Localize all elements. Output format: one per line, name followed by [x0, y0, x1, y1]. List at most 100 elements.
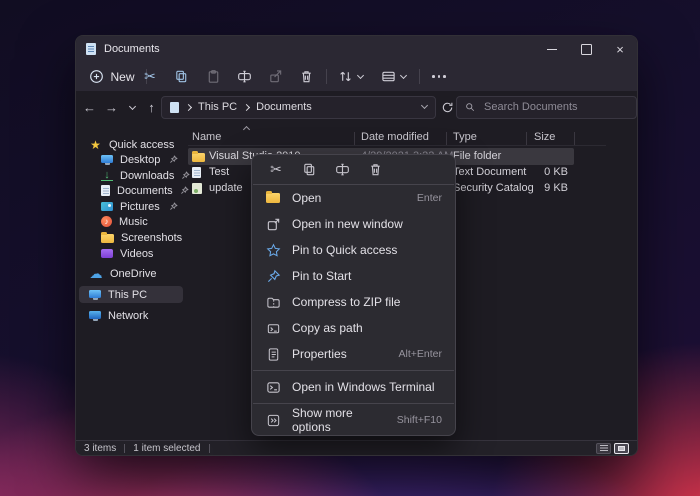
menu-item-properties[interactable]: Properties Alt+Enter	[252, 341, 455, 367]
sidebar-item-label: Network	[108, 310, 148, 322]
new-button[interactable]: New	[84, 65, 140, 88]
folder-icon	[101, 234, 114, 243]
copy-button[interactable]	[167, 65, 195, 88]
large-icons-view-button[interactable]	[614, 443, 629, 454]
copy-button[interactable]	[298, 159, 320, 181]
chevron-down-icon	[129, 102, 136, 109]
file-explorer-window: Documents × New ✂	[75, 35, 638, 456]
paste-button[interactable]	[199, 65, 227, 88]
delete-button[interactable]	[292, 65, 320, 88]
forward-icon: →	[105, 100, 118, 115]
command-toolbar: New ✂	[76, 62, 637, 91]
search-icon	[465, 101, 475, 113]
menu-item-copy-as-path[interactable]: Copy as path	[252, 315, 455, 341]
menu-item-open-in-windows-terminal[interactable]: Open in Windows Terminal	[252, 374, 455, 400]
address-dropdown-icon[interactable]	[421, 102, 428, 109]
this-pc-icon	[89, 290, 101, 298]
refresh-button[interactable]	[438, 98, 457, 117]
maximize-icon	[581, 44, 592, 55]
menu-item-pin-to-quick-access[interactable]: Pin to Quick access	[252, 237, 455, 263]
column-headers: Name Date modified Type Size	[186, 129, 636, 146]
close-button[interactable]: ×	[603, 36, 637, 62]
new-button-label: New	[110, 70, 134, 84]
address-bar[interactable]: This PC Documents	[161, 96, 436, 119]
column-divider[interactable]	[354, 132, 355, 146]
maximize-button[interactable]	[569, 36, 603, 62]
breadcrumb-documents[interactable]: Documents	[256, 101, 312, 113]
up-button[interactable]: ↑	[142, 98, 161, 117]
star-outline-icon	[266, 243, 281, 258]
quick-actions-row: ✂	[252, 155, 455, 184]
copy-icon	[174, 69, 189, 84]
sidebar-item-desktop[interactable]: Desktop	[79, 151, 183, 168]
share-icon	[268, 69, 283, 84]
selection-count: 1 item selected	[133, 443, 200, 454]
view-button[interactable]	[373, 65, 413, 88]
sidebar-item-music[interactable]: ♪ Music	[79, 213, 183, 230]
sidebar-item-this-pc[interactable]: This PC	[79, 286, 183, 303]
status-divider	[124, 444, 125, 453]
minimize-button[interactable]	[535, 36, 569, 62]
column-header-name[interactable]: Name	[192, 131, 221, 143]
rename-button[interactable]	[230, 65, 258, 88]
search-box[interactable]	[456, 96, 637, 119]
column-divider[interactable]	[574, 132, 575, 146]
more-options-button[interactable]	[426, 65, 452, 88]
document-window-icon	[86, 43, 96, 55]
cut-button[interactable]: ✂	[265, 159, 287, 181]
column-header-size[interactable]: Size	[534, 131, 555, 143]
sidebar-item-network[interactable]: Network	[79, 307, 183, 324]
file-size: 0 KB	[516, 166, 568, 178]
sort-ascending-icon	[243, 126, 250, 133]
copy-path-icon	[266, 321, 281, 336]
column-divider[interactable]	[446, 132, 447, 146]
search-input[interactable]	[482, 100, 628, 114]
text-document-icon	[192, 167, 201, 178]
cut-icon: ✂	[270, 161, 282, 178]
back-icon: ←	[83, 100, 96, 115]
recent-locations-button[interactable]	[123, 98, 142, 117]
menu-item-open-in-new-window[interactable]: Open in new window	[252, 211, 455, 237]
terminal-icon	[266, 380, 281, 395]
sidebar-item-label: Videos	[120, 248, 153, 260]
menu-item-open[interactable]: Open Enter	[252, 185, 455, 211]
column-divider[interactable]	[526, 132, 527, 146]
title-bar[interactable]: Documents ×	[76, 36, 637, 62]
network-icon	[89, 311, 101, 319]
menu-item-show-more-options[interactable]: Show more options Shift+F10	[252, 407, 455, 433]
security-catalog-icon	[192, 183, 202, 194]
column-header-type[interactable]: Type	[453, 131, 477, 143]
share-button[interactable]	[261, 65, 289, 88]
file-name[interactable]: Test	[209, 166, 229, 178]
menu-item-label: Compress to ZIP file	[292, 295, 400, 309]
cut-button[interactable]: ✂	[136, 65, 164, 88]
sidebar-item-label: Documents	[117, 185, 173, 197]
toolbar-separator	[419, 69, 420, 84]
details-view-button[interactable]	[596, 443, 611, 454]
sidebar-item-screenshots[interactable]: Screenshots	[79, 229, 183, 246]
breadcrumb-this-pc[interactable]: This PC	[198, 101, 237, 113]
sort-button[interactable]	[331, 65, 369, 88]
menu-shortcut: Enter	[417, 192, 442, 204]
menu-item-pin-to-start[interactable]: Pin to Start	[252, 263, 455, 289]
new-window-icon	[266, 217, 281, 232]
sidebar-item-label: Quick access	[109, 139, 174, 151]
file-name[interactable]: update	[209, 182, 243, 194]
back-button[interactable]: ←	[80, 98, 99, 117]
rename-button[interactable]	[331, 159, 353, 181]
status-bar: 3 items 1 item selected	[76, 440, 637, 455]
menu-item-compress-to-zip[interactable]: Compress to ZIP file	[252, 289, 455, 315]
sidebar-item-documents[interactable]: Documents	[79, 182, 183, 199]
column-header-date-modified[interactable]: Date modified	[361, 131, 429, 143]
address-row: ← → ↑ This PC Documents	[76, 91, 637, 124]
folder-open-icon	[266, 193, 280, 203]
sidebar-item-videos[interactable]: Videos	[79, 245, 183, 262]
delete-button[interactable]	[364, 159, 386, 181]
star-icon: ★	[89, 138, 102, 152]
download-icon: ↓	[101, 170, 113, 181]
sidebar-item-onedrive[interactable]: ☁ OneDrive	[79, 265, 183, 282]
cut-icon: ✂	[144, 68, 156, 85]
forward-button[interactable]: →	[102, 98, 121, 117]
minimize-icon	[547, 49, 557, 50]
breadcrumb-chevron-icon	[243, 103, 250, 110]
